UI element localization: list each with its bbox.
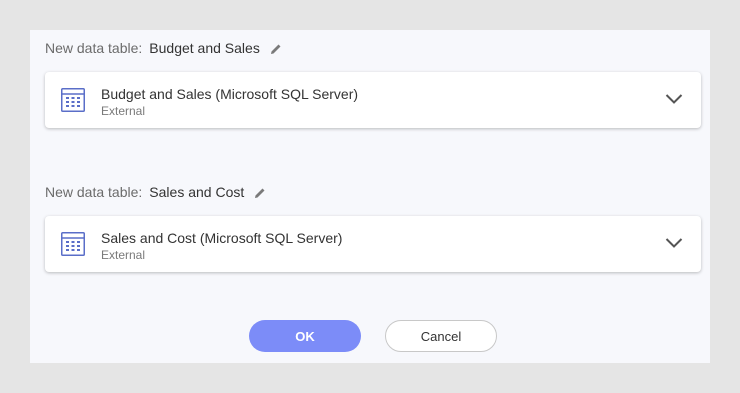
chevron-down-icon[interactable]: [665, 236, 683, 248]
pencil-icon[interactable]: [254, 186, 266, 198]
ok-button[interactable]: OK: [249, 320, 361, 352]
table-name-prefix: New data table:: [45, 184, 143, 200]
data-source-type: External: [101, 248, 146, 262]
data-source-card-2[interactable]: Sales and Cost (Microsoft SQL Server) Ex…: [45, 216, 701, 272]
data-table-dialog: New data table: Budget and Sales Budget …: [30, 30, 710, 363]
data-source-title: Budget and Sales (Microsoft SQL Server): [101, 86, 359, 102]
table-name-row-1: New data table: Budget and Sales: [45, 38, 282, 58]
data-source-card-1[interactable]: Budget and Sales (Microsoft SQL Server) …: [45, 72, 701, 128]
table-name: Sales and Cost: [149, 184, 245, 200]
table-icon: [61, 232, 85, 256]
data-source-type: External: [101, 104, 146, 118]
table-icon: [61, 88, 85, 112]
chevron-down-icon[interactable]: [665, 92, 683, 104]
data-source-title: Sales and Cost (Microsoft SQL Server): [101, 230, 343, 246]
cancel-button[interactable]: Cancel: [385, 320, 497, 352]
pencil-icon[interactable]: [270, 42, 282, 54]
table-name-row-2: New data table: Sales and Cost: [45, 182, 266, 202]
table-name: Budget and Sales: [149, 40, 260, 56]
table-name-prefix: New data table:: [45, 40, 143, 56]
